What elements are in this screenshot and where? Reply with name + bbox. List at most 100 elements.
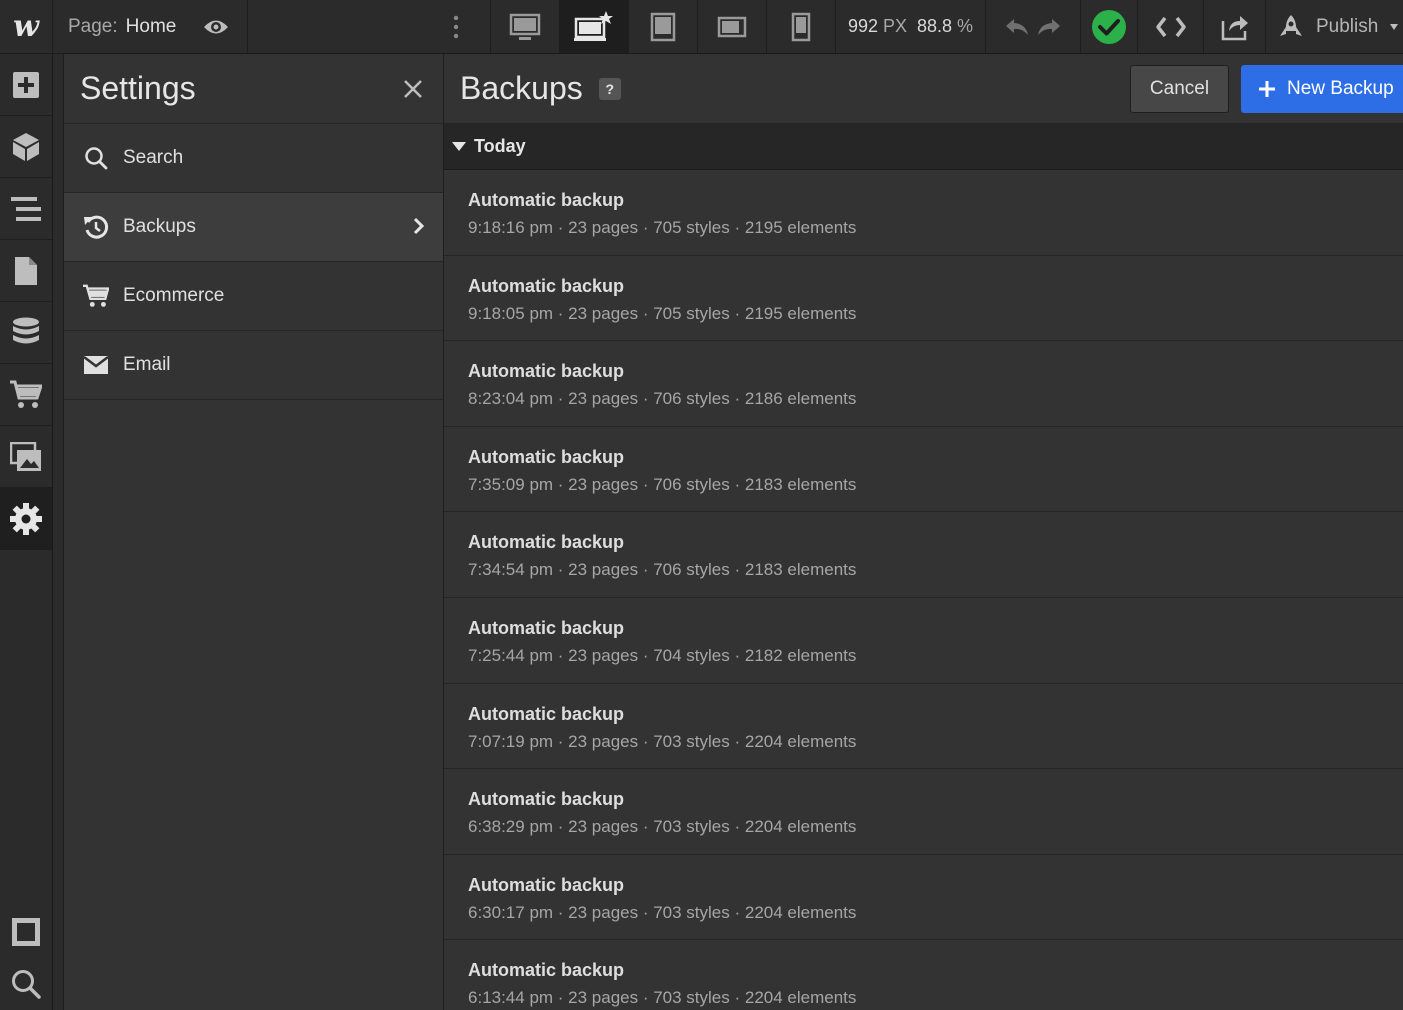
device-desktop-button[interactable]	[491, 0, 560, 53]
left-tool-rail	[0, 54, 53, 1010]
phone-landscape-icon	[717, 16, 747, 37]
settings-title: Settings	[80, 70, 196, 106]
desktop-icon	[509, 13, 541, 40]
backup-meta: 6:38:29 pm · 23 pages · 703 styles · 220…	[468, 817, 857, 837]
top-toolbar: w Page: Home 992 PX 88.8% Publish	[0, 0, 1403, 54]
ecommerce-panel-button[interactable]	[0, 364, 52, 426]
settings-header: Settings	[64, 54, 443, 124]
backup-row[interactable]: Automatic backup 6:38:29 pm · 23 pages ·…	[444, 769, 1403, 855]
settings-item-label: Search	[123, 147, 184, 168]
search-panel-button[interactable]	[0, 958, 52, 1010]
settings-item-label: Email	[123, 354, 171, 375]
triangle-down-icon	[452, 141, 466, 151]
group-header-today[interactable]: Today	[444, 124, 1403, 170]
device-base-breakpoint-button[interactable]	[560, 0, 629, 53]
backup-meta: 9:18:16 pm · 23 pages · 705 styles · 219…	[468, 218, 857, 237]
box-icon	[13, 132, 39, 161]
pages-panel-button[interactable]	[0, 240, 52, 302]
webflow-logo[interactable]: w	[0, 0, 53, 53]
canvas-width-unit: PX	[882, 16, 907, 36]
settings-panel-button[interactable]	[0, 488, 52, 550]
device-landscape-button[interactable]	[698, 0, 767, 53]
search-icon	[83, 145, 109, 171]
backup-title: Automatic backup	[468, 960, 625, 981]
backup-title: Automatic backup	[468, 789, 625, 810]
backup-row[interactable]: Automatic backup 7:34:54 pm · 23 pages ·…	[444, 512, 1403, 598]
backup-row[interactable]: Automatic backup 6:13:44 pm · 23 pages ·…	[444, 940, 1403, 1010]
publish-button[interactable]: Publish	[1266, 0, 1403, 53]
settings-item-search[interactable]: Search	[64, 124, 443, 193]
backup-row[interactable]: Automatic backup 8:23:04 pm · 23 pages ·…	[444, 341, 1403, 427]
database-icon	[13, 317, 39, 343]
help-button[interactable]: ?	[598, 77, 621, 100]
page-label-key: Page:	[68, 15, 118, 37]
backup-row[interactable]: Automatic backup 7:25:44 pm · 23 pages ·…	[444, 598, 1403, 684]
backup-title: Automatic backup	[468, 617, 625, 638]
frame-square-icon	[12, 918, 40, 946]
settings-item-label: Ecommerce	[123, 285, 225, 306]
backup-meta: 7:34:54 pm · 23 pages · 706 styles · 218…	[468, 560, 857, 580]
backup-row[interactable]: Automatic backup 7:35:09 pm · 23 pages ·…	[444, 427, 1403, 513]
symbols-panel-button[interactable]	[0, 116, 52, 178]
envelope-icon	[83, 352, 109, 378]
settings-item-label: Backups	[123, 216, 196, 237]
add-panel-button[interactable]	[0, 54, 52, 116]
backup-row[interactable]: Automatic backup 6:30:17 pm · 23 pages ·…	[444, 855, 1403, 941]
backup-row[interactable]: Automatic backup 9:18:05 pm · 23 pages ·…	[444, 256, 1403, 342]
undo-icon[interactable]	[1004, 17, 1030, 37]
canvas-frame-button[interactable]	[0, 906, 52, 958]
backup-row[interactable]: Automatic backup 7:07:19 pm · 23 pages ·…	[444, 684, 1403, 770]
search-icon	[12, 970, 41, 999]
more-options-button[interactable]	[421, 0, 491, 53]
settings-item-email[interactable]: Email	[64, 331, 443, 400]
backups-header: Backups ? Cancel New Backup	[444, 54, 1403, 124]
settings-panel: Settings Search Backups Ecommerce Email	[63, 54, 444, 1010]
code-brackets-icon	[1155, 16, 1186, 37]
assets-panel-button[interactable]	[0, 426, 52, 488]
undo-redo-group	[986, 0, 1081, 53]
phone-portrait-icon	[791, 12, 811, 41]
canvas-zoom[interactable]: 88.8%	[917, 16, 973, 37]
backup-meta: 9:18:05 pm · 23 pages · 705 styles · 219…	[468, 303, 857, 323]
page-label-value: Home	[125, 15, 177, 37]
share-button[interactable]	[1204, 0, 1266, 53]
canvas-dimensions: 992 PX 88.8%	[836, 0, 986, 53]
code-export-button[interactable]	[1138, 0, 1204, 53]
backup-meta: 8:23:04 pm · 23 pages · 706 styles · 218…	[468, 389, 857, 409]
eye-icon	[204, 20, 228, 33]
device-portrait-button[interactable]	[767, 0, 836, 53]
navigator-lines-icon	[11, 196, 41, 221]
page-selector[interactable]: Page: Home	[53, 0, 185, 53]
backup-title: Automatic backup	[468, 190, 625, 210]
cancel-button[interactable]: Cancel	[1130, 65, 1229, 113]
settings-item-backups[interactable]: Backups	[64, 193, 443, 262]
backup-history-icon	[83, 214, 109, 240]
backups-title: Backups	[460, 70, 583, 106]
images-icon	[10, 441, 41, 471]
desktop-star-icon	[574, 10, 613, 41]
backup-title: Automatic backup	[468, 532, 625, 553]
backup-title: Automatic backup	[468, 361, 625, 382]
device-tablet-button[interactable]	[629, 0, 698, 53]
plus-icon	[1259, 81, 1275, 97]
cms-panel-button[interactable]	[0, 302, 52, 364]
vertical-dots-icon	[453, 15, 458, 38]
backup-title: Automatic backup	[468, 703, 625, 724]
cart-icon	[10, 380, 42, 408]
redo-icon[interactable]	[1036, 17, 1062, 37]
gear-icon	[10, 502, 42, 535]
backup-meta: 6:13:44 pm · 23 pages · 703 styles · 220…	[468, 988, 857, 1008]
plus-square-icon	[13, 71, 39, 98]
canvas-zoom-unit: %	[957, 16, 974, 36]
settings-item-ecommerce[interactable]: Ecommerce	[64, 262, 443, 331]
backup-meta: 7:25:44 pm · 23 pages · 704 styles · 218…	[468, 645, 857, 665]
navigator-panel-button[interactable]	[0, 178, 52, 240]
site-status-button[interactable]	[1081, 0, 1138, 53]
backup-row[interactable]: Automatic backup 9:18:16 pm · 23 pages ·…	[444, 170, 1403, 256]
new-backup-button[interactable]: New Backup	[1241, 65, 1403, 113]
canvas-width[interactable]: 992 PX	[848, 16, 907, 37]
backup-meta: 6:30:17 pm · 23 pages · 703 styles · 220…	[468, 902, 857, 922]
close-icon[interactable]	[403, 79, 423, 99]
preview-eye-button[interactable]	[185, 0, 248, 53]
tablet-icon	[650, 12, 676, 41]
